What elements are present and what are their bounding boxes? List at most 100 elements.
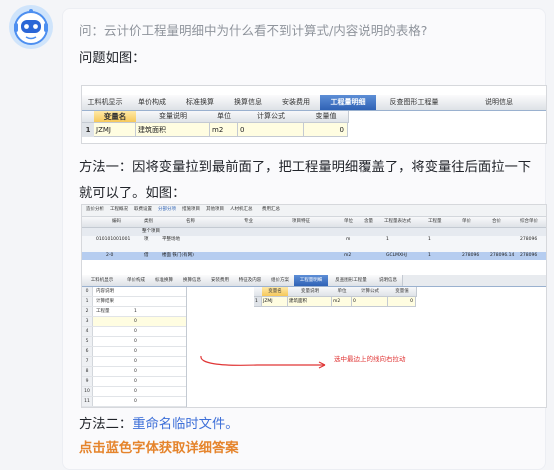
row-type: 借: [144, 253, 149, 258]
tab-standard-conversion: 标准换算: [176, 95, 225, 110]
quantity-detail-panel: 0 内容说明 1 计算结果 2 工程量 1 30 40 50 60 70 80 90 1…: [82, 287, 187, 407]
red-arrow-icon: [200, 355, 326, 369]
header-formula: 计算公式: [352, 287, 389, 297]
cell-unit: m2: [332, 297, 352, 307]
table-row: 整个项目: [82, 228, 546, 236]
method1-text: 方法一：因将变量拉到最前面了，把工程量明细覆盖了，将变量往后面拉一下就可以了。如…: [79, 160, 532, 201]
tab-quantity-detail: 工程量明细: [320, 95, 377, 110]
toolbar-measures: 措施项目: [182, 207, 200, 212]
row-price: 278096: [462, 253, 480, 258]
col-name: 名称: [186, 219, 195, 224]
col-price: 单价: [462, 219, 471, 224]
cell-var-desc: 建筑面积: [288, 297, 332, 307]
tab-reverse-quantity: 反查图形工程量: [328, 275, 375, 286]
toolbar-fee-summary: 费用汇总: [262, 207, 280, 212]
cell-var-desc: 建筑面积: [136, 123, 210, 137]
col-code: 编码: [112, 219, 121, 224]
col-content: 含量: [364, 219, 373, 224]
header-unit: 单位: [210, 111, 239, 123]
header-var-desc: 变量说明: [288, 287, 333, 297]
screenshot-problem: 工料机显示 单价构成 标准换算 换算信息 安装费用 工程量明细 反查图形工程量 …: [81, 85, 547, 144]
col-type: 类别: [144, 219, 153, 224]
col-qty-expr: 工程量表达式: [384, 219, 411, 224]
annotation-text: 选中最边上的线向右拉动: [334, 355, 406, 363]
toolbar-fee-setting: 取费设置: [134, 207, 152, 212]
cell-formula: 0: [238, 123, 304, 137]
toolbar: 造价分析 工程概况 取费设置 分部分项 措施项目 其他项目 人材机汇总 费用汇总: [82, 205, 546, 217]
col-unit: 单位: [344, 219, 353, 224]
row-unit-price: 278096: [520, 237, 538, 242]
list-item: 0 内容说明: [82, 287, 186, 297]
list-item: 10 0: [82, 387, 186, 397]
tab-install-cost: 安装费用: [206, 275, 235, 286]
list-item: 2 工程量 1: [82, 307, 186, 317]
tab-quantity-detail: 工程量明细: [294, 275, 329, 286]
table-row-selected[interactable]: 2-0 借 楼面 铁门(有网) m2 GCLMXHJ 1 278096 2780…: [82, 252, 546, 260]
tab-labor-material: 工料机显示: [82, 275, 123, 286]
row-number: 1: [82, 123, 94, 137]
row-code: 2-0: [106, 253, 114, 258]
list-item: 11 0: [82, 397, 186, 407]
row-qty: 1: [428, 237, 431, 242]
list-item: 1 计算结果: [82, 297, 186, 307]
tab-pricing-scheme: 组价方案: [266, 275, 295, 286]
screenshot-solution: 造价分析 工程概况 取费设置 分部分项 措施项目 其他项目 人材机汇总 费用汇总…: [81, 204, 547, 408]
tab-reverse-quantity: 反查图形工程量: [376, 95, 453, 110]
tab-unit-price: 单价构成: [128, 95, 177, 110]
col-feature: 项目特征: [292, 219, 310, 224]
row-unit: m: [346, 237, 351, 242]
main-table-header: 编码 类别 名称 专业 项目特征 单位 含量 工程量表达式 工程量 单价 合价 …: [82, 217, 546, 228]
header-formula: 计算公式: [238, 111, 305, 123]
row-number: 1: [254, 297, 262, 307]
get-answer-cta[interactable]: 点击蓝色字体获取详细答案: [79, 437, 239, 456]
detail-tab-bar: 工料机显示 单价构成 标准换算 换算信息 安装费用 特征及内容 组价方案 工程量…: [82, 275, 546, 287]
toolbar-sub-items: 分部分项: [158, 207, 176, 212]
method2-prefix: 方法二：: [79, 417, 133, 432]
list-item: 70: [82, 357, 186, 367]
question-text: 问：云计价工程量明细中为什么看不到计算式/内容说明的表格?: [79, 23, 428, 38]
toolbar-other-items: 其他项目: [206, 207, 224, 212]
variable-grid-moved: 变量名 变量说明 单位 计算公式 变量值 1 JZMJ 建筑面积 m2 0 0: [254, 287, 418, 309]
list-item: 40: [82, 327, 186, 337]
row-qty-expr: 1: [386, 237, 389, 242]
cell-value: 0: [304, 123, 348, 137]
tab-conversion-info: 换算信息: [224, 95, 273, 110]
cell-var-name: JZMJ: [262, 297, 288, 307]
toolbar-cost-analysis: 造价分析: [86, 207, 104, 212]
header-var-name: 变量名: [94, 111, 137, 123]
cell-unit: m2: [210, 123, 238, 137]
tab-conversion-info: 换算信息: [178, 275, 207, 286]
table-row: [82, 260, 546, 268]
tab-features: 特征及内容: [234, 275, 267, 286]
tab-bar: 工料机显示 单价构成 标准换算 换算信息 安装费用 工程量明细 反查图形工程量 …: [82, 95, 546, 111]
rename-temp-file-link[interactable]: 重命名临时文件。: [132, 417, 238, 432]
toolbar-material-summary: 人材机汇总: [230, 207, 253, 212]
row-name: 整个项目: [142, 229, 160, 234]
cell-value: 0: [388, 297, 416, 307]
tab-description: 说明信息: [374, 275, 403, 286]
tab-unit-price: 单价构成: [122, 275, 151, 286]
header-value: 变量值: [388, 287, 417, 297]
cell-var-name: JZMJ: [94, 123, 136, 137]
bot-avatar-icon: [9, 5, 53, 49]
col-unit-price: 综合单价: [520, 219, 538, 224]
tab-install-cost: 安装费用: [272, 95, 321, 110]
list-item: 50: [82, 337, 186, 347]
list-item: 60: [82, 347, 186, 357]
table-row: [82, 244, 546, 252]
answer-card: 问：云计价工程量明细中为什么看不到计算式/内容说明的表格? 问题如图： 工料机显…: [62, 8, 547, 470]
row-qty: 1: [428, 253, 431, 258]
row-type: 项: [144, 237, 149, 242]
row-qty-expr: GCLMXHJ: [386, 253, 407, 258]
list-item: 80: [82, 367, 186, 377]
row-name: 平整场地: [162, 237, 180, 242]
col-total: 合价: [492, 219, 501, 224]
method2-line: 方法二：重命名临时文件。: [79, 412, 239, 438]
header-var-desc: 变量说明: [136, 111, 211, 123]
row-name: 楼面 铁门(有网): [162, 253, 194, 258]
header-unit: 单位: [332, 287, 353, 297]
tab-standard-conversion: 标准换算: [150, 275, 179, 286]
tab-labor-material: 工料机显示: [82, 95, 129, 110]
row-unit: m2: [344, 253, 352, 258]
problem-text: 问题如图：: [79, 51, 146, 66]
